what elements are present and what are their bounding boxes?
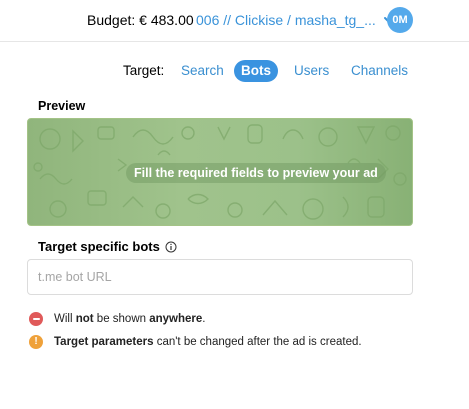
bot-url-input[interactable] [27, 259, 413, 295]
exclamation-icon: ! [29, 335, 43, 349]
warning-params-locked-text: Target parameters can't be changed after… [54, 336, 362, 348]
warning-params-locked: ! Target parameters can't be changed aft… [29, 335, 362, 349]
account-selector[interactable]: 006 // Clickise / masha_tg_... [196, 12, 395, 28]
tab-users[interactable]: Users [294, 60, 329, 82]
top-bar: Budget: € 483.00 006 // Clickise / masha… [0, 0, 469, 42]
tab-bots[interactable]: Bots [234, 60, 278, 82]
target-label: Target: [123, 63, 165, 78]
info-icon[interactable] [165, 241, 177, 253]
preview-title: Preview [38, 99, 86, 113]
warning-not-shown-text: Will not be shown anywhere. [54, 313, 206, 325]
warning-not-shown: Will not be shown anywhere. [29, 312, 206, 326]
avatar[interactable]: 0M [387, 7, 413, 33]
budget-display: Budget: € 483.00 [87, 12, 194, 28]
avatar-initials: 0M [392, 14, 408, 26]
ad-preview: Fill the required fields to preview your… [27, 118, 413, 226]
tab-search[interactable]: Search [181, 60, 224, 82]
target-bots-label: Target specific bots [38, 239, 160, 254]
account-label: 006 // Clickise / masha_tg_... [196, 12, 376, 28]
no-entry-icon [29, 312, 43, 326]
target-bots-title: Target specific bots [38, 239, 177, 254]
target-type-selector: Target: Search Bots Users Channels [0, 60, 469, 82]
preview-placeholder-message: Fill the required fields to preview your… [126, 163, 386, 183]
tab-channels[interactable]: Channels [351, 60, 408, 82]
